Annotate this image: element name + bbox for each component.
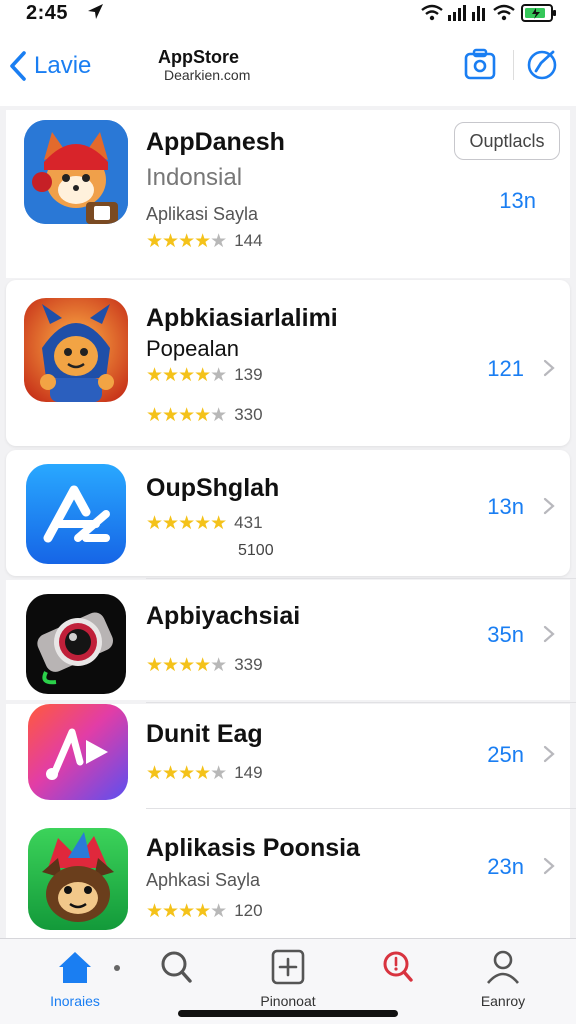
battery-icon (521, 4, 556, 22)
tab-label: Eanroy (480, 993, 526, 1009)
app-name: Dunit Eag (146, 720, 263, 748)
rating-count: 144 (234, 231, 263, 250)
rating-count: 120 (234, 901, 263, 920)
app-subtitle: Popealan (146, 336, 239, 361)
app-subtitle: Aphkasi Sayla (146, 870, 261, 890)
nav-title: AppStore (158, 47, 239, 67)
nav-bar: Lavie AppStore Dearkien.com (0, 26, 576, 106)
signal-icon-2 (472, 6, 485, 21)
row-separator (146, 702, 576, 703)
list-item[interactable]: Aplikasis Poonsia Aphkasi Sayla ★★★★★ 12… (6, 810, 570, 938)
search-alert-icon (383, 951, 413, 982)
compass-icon[interactable] (524, 46, 560, 82)
status-bar: 2:45 (0, 0, 576, 26)
tab-label: Pinonoat (260, 993, 316, 1009)
status-time: 2:45 (26, 2, 69, 24)
chevron-right-icon (543, 497, 555, 515)
app-store-a-icon (26, 464, 126, 564)
row-separator (146, 808, 576, 809)
app-subtitle: Indonsial (146, 164, 243, 191)
rating: ★★★★★ 339 (146, 654, 263, 676)
camera-icon[interactable] (462, 46, 498, 82)
tab-indicator-dot (114, 965, 120, 971)
star-rating-icon: ★★★★★ (146, 230, 227, 252)
rating-count-secondary: 330 (234, 405, 263, 424)
rating: ★★★★★ 139 (146, 364, 263, 386)
fox-helmet-icon (24, 120, 128, 224)
chevron-right-icon (543, 359, 555, 377)
app-name: AppDanesh (146, 128, 285, 156)
rating: ★★★★★ 120 (146, 900, 263, 922)
back-button[interactable]: Lavie (8, 48, 91, 84)
app-name: Aplikasis Poonsia (146, 834, 360, 862)
star-rating-icon: ★★★★★ (146, 364, 227, 386)
wifi-icon (421, 4, 443, 21)
hooded-fox-icon (24, 298, 128, 402)
list-item[interactable]: OupShglah ★★★★★ 431 5100 13n (6, 450, 570, 576)
rating-count: 139 (234, 365, 263, 384)
app-category: Aplikasi Sayla (146, 204, 259, 224)
app-name: OupShglah (146, 474, 280, 502)
tab-search-alert[interactable] (343, 945, 453, 1009)
star-rating-icon: ★★★★★ (146, 762, 227, 784)
jester-cat-icon (28, 828, 128, 930)
add-box-icon (271, 949, 305, 985)
list-item[interactable]: Dunit Eag ★★★★★ 149 25n (6, 704, 570, 814)
nav-title-group: AppStore Dearkien.com (158, 48, 250, 82)
tab-search[interactable] (122, 945, 232, 1009)
wifi-icon-2 (493, 4, 515, 21)
size-label: 121 (487, 356, 524, 381)
star-rating-icon: ★★★★★ (146, 654, 227, 676)
size-label: 25n (487, 742, 524, 767)
get-button[interactable]: Ouptlacls (454, 122, 560, 160)
size-label: 13n (487, 494, 524, 519)
home-icon (59, 952, 91, 983)
list-item[interactable]: AppDanesh Indonsial Aplikasi Sayla ★★★★★… (6, 110, 570, 278)
tab-label: Inoraies (50, 993, 100, 1009)
rating: ★★★★★ 431 (146, 512, 263, 534)
tab-home[interactable]: Inoraies (20, 945, 130, 1009)
app-name: Apbiyachsiai (146, 602, 301, 630)
music-play-icon (28, 704, 128, 800)
chevron-right-icon (543, 857, 555, 875)
back-label: Lavie (34, 52, 92, 79)
tab-profile[interactable]: Eanroy (448, 945, 558, 1009)
person-icon (487, 950, 519, 984)
rating-count: 431 (234, 513, 263, 532)
list-item[interactable]: Apbkiasiarlalimi Popealan ★★★★★ 139 ★★★★… (6, 280, 570, 446)
chevron-left-icon (10, 51, 26, 81)
location-arrow-icon (88, 4, 103, 19)
size-label: 13n (499, 188, 536, 213)
star-rating-icon: ★★★★★ (146, 900, 227, 922)
list-item[interactable]: Apbiyachsiai ★★★★★ 339 35n (6, 580, 570, 700)
nav-subtitle: Dearkien.com (164, 67, 251, 83)
rating: ★★★★★ 144 (146, 230, 263, 252)
home-indicator (178, 1010, 398, 1017)
rating-count: 339 (234, 655, 263, 674)
chevron-right-icon (543, 625, 555, 643)
app-name: Apbkiasiarlalimi (146, 304, 338, 332)
rating-secondary: ★★★★★ 330 (146, 404, 263, 426)
status-icons (421, 4, 556, 22)
nav-divider (513, 50, 514, 80)
signal-icon (448, 5, 466, 21)
row-separator (146, 578, 576, 579)
size-label: 23n (487, 854, 524, 879)
star-rating-icon: ★★★★★ (146, 404, 227, 426)
rating-count: 149 (234, 763, 263, 782)
star-rating-icon: ★★★★★ (146, 512, 227, 534)
search-icon (161, 951, 192, 983)
chevron-right-icon (543, 745, 555, 763)
rating: ★★★★★ 149 (146, 762, 263, 784)
tab-add[interactable]: Pinonoat (233, 945, 343, 1009)
extra-count: 5100 (238, 542, 274, 559)
camera-lens-icon (26, 594, 126, 694)
size-label: 35n (487, 622, 524, 647)
